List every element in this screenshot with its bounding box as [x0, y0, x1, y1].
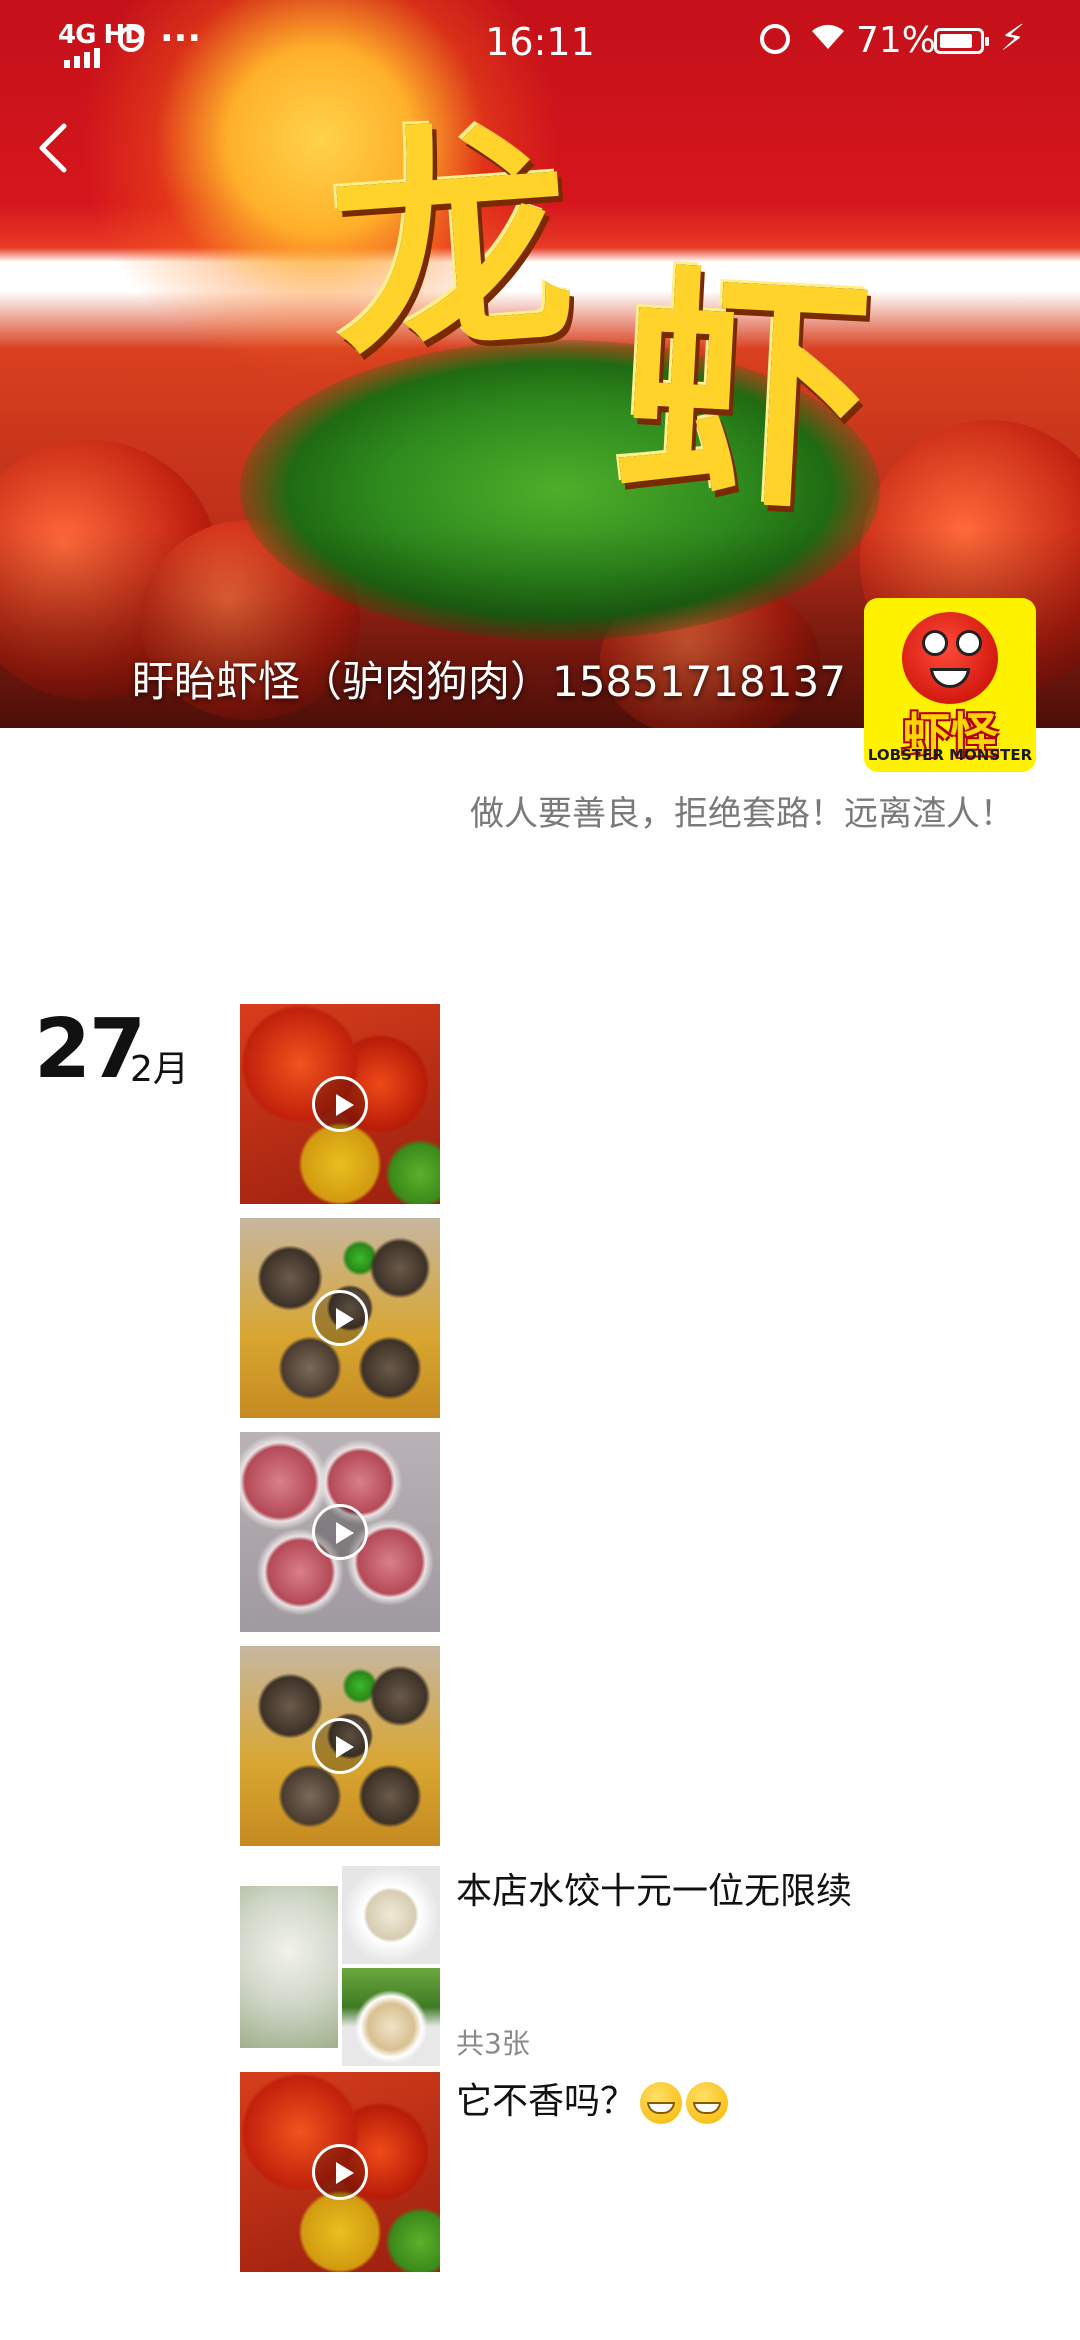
wifi-icon: [810, 20, 846, 60]
post-text[interactable]: 本店水饺十元一位无限续: [456, 1862, 852, 1914]
chevron-left-icon: [39, 123, 67, 173]
post-date-day: 27: [34, 1002, 146, 1097]
avatar-eye: [922, 630, 948, 656]
avatar-brand-sub: LOBSTER MONSTER: [867, 746, 1033, 764]
back-button[interactable]: [34, 118, 74, 178]
grinning-emoji-icon: [640, 2082, 683, 2124]
video-thumbnail[interactable]: [240, 1646, 440, 1846]
cover-title-char: 虾: [611, 238, 877, 546]
charging-icon: ⚡: [1000, 18, 1026, 59]
video-thumbnail[interactable]: [240, 1432, 440, 1632]
battery-percent: 71%: [856, 20, 937, 61]
avatar-mascot: [902, 612, 998, 704]
profile-name: 盱眙虾怪（驴肉狗肉）15851718137: [132, 657, 846, 706]
avatar-eye: [956, 630, 982, 656]
video-thumbnail[interactable]: [240, 1218, 440, 1418]
post-text: 它不香吗？: [456, 2081, 637, 2122]
image-count: 共3张: [456, 2027, 530, 2060]
status-bar: 4G HD ··· 16:11 71% ⚡: [0, 0, 1080, 86]
cover-title-char: 龙: [321, 93, 581, 392]
post-date-month: 2月: [130, 1049, 189, 1090]
image-grid[interactable]: [240, 1866, 440, 2066]
play-icon: [312, 1504, 368, 1560]
play-icon: [312, 1290, 368, 1346]
grinning-emoji-icon: [686, 2082, 729, 2124]
alarm-icon: [760, 24, 790, 54]
profile-signature: 做人要善良，拒绝套路！远离渣人！: [470, 794, 1014, 834]
post-text-row[interactable]: 它不香吗？: [456, 2072, 729, 2124]
video-thumbnail[interactable]: [240, 2072, 440, 2272]
dumpling-photo: [240, 1886, 338, 2048]
dumpling-photo: [342, 1968, 440, 2066]
battery-icon: [934, 28, 989, 54]
avatar[interactable]: 虾怪 LOBSTER MONSTER: [864, 598, 1036, 772]
dumpling-photo: [342, 1866, 440, 1964]
play-icon: [312, 1076, 368, 1132]
video-thumbnail[interactable]: [240, 1004, 440, 1204]
play-icon: [312, 1718, 368, 1774]
play-icon: [312, 2144, 368, 2200]
